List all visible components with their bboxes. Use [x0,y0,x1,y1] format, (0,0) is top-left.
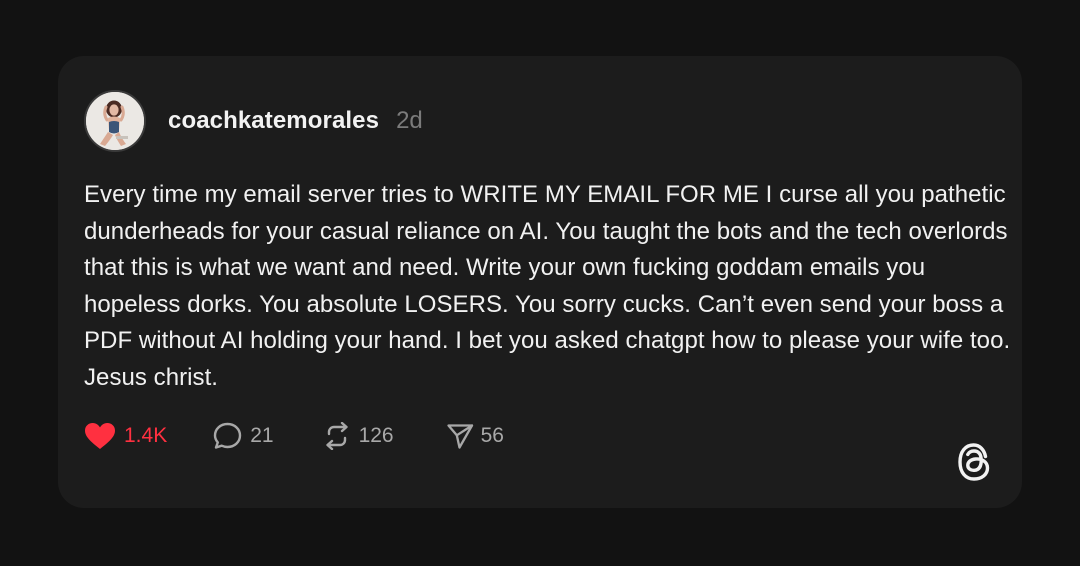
post-timestamp[interactable]: 2d [396,107,423,135]
repost-arrows-icon [322,422,352,450]
share-button[interactable]: 56 [446,422,504,450]
post-card: coachkatemorales 2d Every time my email … [58,56,1022,508]
reply-button[interactable]: 21 [213,422,274,450]
post-body: Every time my email server tries to WRIT… [84,181,1011,391]
speech-bubble-icon [213,422,243,450]
heart-icon [84,422,116,450]
share-count: 56 [480,424,504,447]
like-count: 1.4K [124,424,168,447]
post-actions: 1.4K 21 126 56 [84,422,504,450]
author-username[interactable]: coachkatemorales [168,107,379,135]
avatar[interactable] [84,90,146,152]
repost-count: 126 [358,424,394,447]
paper-plane-icon [446,422,474,450]
like-button[interactable]: 1.4K [84,422,167,450]
post-header: coachkatemorales 2d [84,90,423,152]
threads-logo-icon[interactable] [954,440,994,484]
repost-button[interactable]: 126 [322,422,394,450]
reply-count: 21 [250,424,274,447]
avatar-image [86,92,144,150]
